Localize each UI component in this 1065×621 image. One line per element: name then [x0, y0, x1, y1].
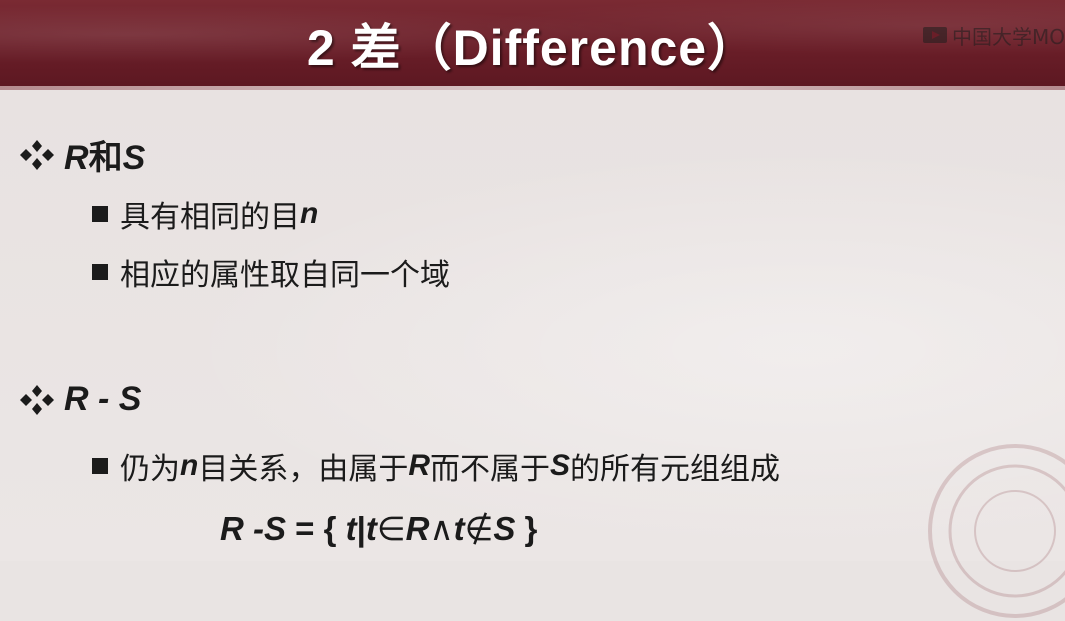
section-r-minus-s: R - S	[20, 380, 141, 419]
formula-r: R	[405, 510, 430, 547]
formula-close: }	[515, 510, 538, 547]
item-text-2: 目关系，由属于	[198, 452, 409, 487]
watermark-text: 中国大学MO	[952, 24, 1065, 49]
four-diamond-bullet-icon	[20, 139, 54, 170]
section-label: R - S	[64, 380, 142, 418]
formula-t: t	[345, 510, 357, 547]
mooc-watermark: 中国大学MO	[922, 21, 1065, 49]
formula-s: S	[493, 510, 516, 547]
item-text-4: 的所有元组组成	[570, 452, 781, 487]
item-text: 相应的属性取自同一个域	[120, 258, 450, 293]
slide-body	[0, 90, 1065, 618]
square-bullet-icon	[92, 458, 108, 474]
mooc-logo-icon	[923, 27, 947, 43]
section-var-s: S	[122, 139, 146, 177]
item-var-r: R	[408, 449, 430, 482]
formula-and: ∧	[429, 509, 454, 548]
formula-notin: ∉	[464, 509, 494, 548]
square-bullet-icon	[92, 264, 108, 280]
item-text-1: 仍为	[120, 452, 180, 487]
formula-eq-open: = {	[286, 510, 346, 547]
section-var-r: R	[64, 139, 89, 177]
item-text-3: 而不属于	[430, 452, 550, 487]
item-var-n: n	[300, 197, 319, 230]
formula-lhs: R -S	[220, 510, 286, 547]
list-item: 具有相同的目 n	[92, 192, 318, 236]
difference-formula: R -S = { t|t∈R∧t∉S }	[220, 509, 537, 548]
formula-t: t	[453, 510, 465, 547]
square-bullet-icon	[92, 206, 108, 222]
section-conjunction: 和	[88, 138, 123, 178]
item-text: 具有相同的目	[120, 200, 300, 235]
section-label: R和S	[64, 130, 145, 179]
formula-bar: |	[356, 510, 366, 547]
slide-title: 2 差（Difference）	[306, 20, 759, 76]
title-banner: 2 差（Difference） 中国大学MO	[0, 0, 1065, 86]
list-item: 仍为 n 目关系，由属于 R 而不属于 S 的所有元组组成	[92, 444, 780, 488]
four-diamond-bullet-icon	[20, 384, 54, 415]
item-var-n: n	[180, 449, 199, 482]
section-r-and-s: R和S	[20, 130, 145, 179]
item-var-s: S	[550, 449, 571, 482]
list-item: 相应的属性取自同一个域	[92, 250, 450, 294]
university-seal-icon	[928, 444, 1065, 618]
formula-t: t	[365, 510, 377, 547]
formula-in: ∈	[376, 510, 406, 547]
